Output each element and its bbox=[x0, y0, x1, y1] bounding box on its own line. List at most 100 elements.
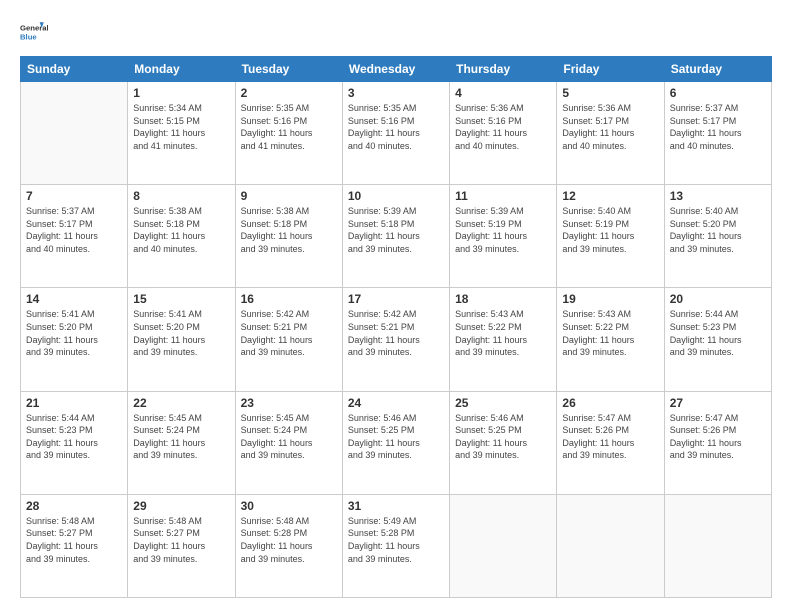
day-info: Sunrise: 5:42 AM Sunset: 5:21 PM Dayligh… bbox=[241, 308, 337, 358]
day-number: 8 bbox=[133, 189, 229, 203]
week-row-1: 1 Sunrise: 5:34 AM Sunset: 5:15 PM Daylig… bbox=[21, 82, 772, 185]
calendar-cell: 7Sunrise: 5:37 AM Sunset: 5:17 PM Daylig… bbox=[21, 185, 128, 288]
day-number: 5 bbox=[562, 86, 658, 100]
calendar-cell: 12 Sunrise: 5:40 AM Sunset: 5:19 PM Dayli… bbox=[557, 185, 664, 288]
day-info: Sunrise: 5:48 AM Sunset: 5:27 PM Dayligh… bbox=[133, 515, 229, 565]
day-number: 27 bbox=[670, 396, 766, 410]
calendar-cell: 1 Sunrise: 5:34 AM Sunset: 5:15 PM Daylig… bbox=[128, 82, 235, 185]
weekday-header-saturday: Saturday bbox=[664, 57, 771, 82]
day-info: Sunrise: 5:38 AM Sunset: 5:18 PM Dayligh… bbox=[241, 205, 337, 255]
day-number: 9 bbox=[241, 189, 337, 203]
day-info: Sunrise: 5:47 AM Sunset: 5:26 PM Dayligh… bbox=[562, 412, 658, 462]
day-number: 18 bbox=[455, 292, 551, 306]
svg-text:Blue: Blue bbox=[20, 33, 37, 42]
day-info: Sunrise: 5:42 AM Sunset: 5:21 PM Dayligh… bbox=[348, 308, 444, 358]
day-number: 28 bbox=[26, 499, 122, 513]
calendar-cell: 14 Sunrise: 5:41 AM Sunset: 5:20 PM Dayli… bbox=[21, 288, 128, 391]
calendar-cell: 16 Sunrise: 5:42 AM Sunset: 5:21 PM Dayli… bbox=[235, 288, 342, 391]
calendar-cell: 5Sunrise: 5:36 AM Sunset: 5:17 PM Daylig… bbox=[557, 82, 664, 185]
day-info: Sunrise: 5:49 AM Sunset: 5:28 PM Dayligh… bbox=[348, 515, 444, 565]
day-info: Sunrise: 5:46 AM Sunset: 5:25 PM Dayligh… bbox=[348, 412, 444, 462]
day-info: Sunrise: 5:44 AM Sunset: 5:23 PM Dayligh… bbox=[670, 308, 766, 358]
calendar-cell: 10 Sunrise: 5:39 AM Sunset: 5:18 PM Dayli… bbox=[342, 185, 449, 288]
week-row-5: 28 Sunrise: 5:48 AM Sunset: 5:27 PM Dayli… bbox=[21, 494, 772, 597]
day-info: Sunrise: 5:45 AM Sunset: 5:24 PM Dayligh… bbox=[133, 412, 229, 462]
calendar-cell bbox=[557, 494, 664, 597]
weekday-header-sunday: Sunday bbox=[21, 57, 128, 82]
weekday-header-thursday: Thursday bbox=[450, 57, 557, 82]
calendar-cell: 4 Sunrise: 5:36 AM Sunset: 5:16 PM Daylig… bbox=[450, 82, 557, 185]
weekday-header-friday: Friday bbox=[557, 57, 664, 82]
day-info: Sunrise: 5:38 AM Sunset: 5:18 PM Dayligh… bbox=[133, 205, 229, 255]
day-number: 3 bbox=[348, 86, 444, 100]
day-info: Sunrise: 5:41 AM Sunset: 5:20 PM Dayligh… bbox=[133, 308, 229, 358]
day-info: Sunrise: 5:36 AM Sunset: 5:16 PM Dayligh… bbox=[455, 102, 551, 152]
calendar-cell: 17Sunrise: 5:42 AM Sunset: 5:21 PM Dayli… bbox=[342, 288, 449, 391]
calendar-table: SundayMondayTuesdayWednesdayThursdayFrid… bbox=[20, 56, 772, 598]
day-info: Sunrise: 5:40 AM Sunset: 5:20 PM Dayligh… bbox=[670, 205, 766, 255]
day-info: Sunrise: 5:37 AM Sunset: 5:17 PM Dayligh… bbox=[670, 102, 766, 152]
week-row-3: 14 Sunrise: 5:41 AM Sunset: 5:20 PM Dayli… bbox=[21, 288, 772, 391]
day-number: 23 bbox=[241, 396, 337, 410]
calendar-cell: 31 Sunrise: 5:49 AM Sunset: 5:28 PM Dayli… bbox=[342, 494, 449, 597]
day-info: Sunrise: 5:44 AM Sunset: 5:23 PM Dayligh… bbox=[26, 412, 122, 462]
calendar-cell: 20 Sunrise: 5:44 AM Sunset: 5:23 PM Dayli… bbox=[664, 288, 771, 391]
logo: GeneralBlue bbox=[20, 18, 48, 46]
logo-icon: GeneralBlue bbox=[20, 18, 48, 46]
calendar-cell: 22 Sunrise: 5:45 AM Sunset: 5:24 PM Dayli… bbox=[128, 391, 235, 494]
day-info: Sunrise: 5:47 AM Sunset: 5:26 PM Dayligh… bbox=[670, 412, 766, 462]
day-info: Sunrise: 5:43 AM Sunset: 5:22 PM Dayligh… bbox=[562, 308, 658, 358]
calendar-cell: 19 Sunrise: 5:43 AM Sunset: 5:22 PM Dayli… bbox=[557, 288, 664, 391]
calendar-cell bbox=[664, 494, 771, 597]
calendar-cell: 15 Sunrise: 5:41 AM Sunset: 5:20 PM Dayli… bbox=[128, 288, 235, 391]
page: GeneralBlue SundayMondayTuesdayWednesday… bbox=[0, 0, 792, 612]
day-number: 15 bbox=[133, 292, 229, 306]
day-info: Sunrise: 5:43 AM Sunset: 5:22 PM Dayligh… bbox=[455, 308, 551, 358]
day-number: 26 bbox=[562, 396, 658, 410]
day-number: 16 bbox=[241, 292, 337, 306]
day-info: Sunrise: 5:46 AM Sunset: 5:25 PM Dayligh… bbox=[455, 412, 551, 462]
week-row-4: 21Sunrise: 5:44 AM Sunset: 5:23 PM Dayli… bbox=[21, 391, 772, 494]
day-number: 24 bbox=[348, 396, 444, 410]
calendar-cell: 3 Sunrise: 5:35 AM Sunset: 5:16 PM Daylig… bbox=[342, 82, 449, 185]
calendar-cell: 24 Sunrise: 5:46 AM Sunset: 5:25 PM Dayli… bbox=[342, 391, 449, 494]
day-info: Sunrise: 5:39 AM Sunset: 5:18 PM Dayligh… bbox=[348, 205, 444, 255]
calendar-cell bbox=[450, 494, 557, 597]
day-info: Sunrise: 5:45 AM Sunset: 5:24 PM Dayligh… bbox=[241, 412, 337, 462]
day-info: Sunrise: 5:35 AM Sunset: 5:16 PM Dayligh… bbox=[348, 102, 444, 152]
calendar-cell bbox=[21, 82, 128, 185]
day-number: 22 bbox=[133, 396, 229, 410]
day-number: 12 bbox=[562, 189, 658, 203]
day-number: 19 bbox=[562, 292, 658, 306]
day-number: 25 bbox=[455, 396, 551, 410]
day-number: 30 bbox=[241, 499, 337, 513]
day-number: 10 bbox=[348, 189, 444, 203]
day-info: Sunrise: 5:48 AM Sunset: 5:27 PM Dayligh… bbox=[26, 515, 122, 565]
day-number: 1 bbox=[133, 86, 229, 100]
day-info: Sunrise: 5:34 AM Sunset: 5:15 PM Dayligh… bbox=[133, 102, 229, 152]
day-info: Sunrise: 5:35 AM Sunset: 5:16 PM Dayligh… bbox=[241, 102, 337, 152]
day-number: 14 bbox=[26, 292, 122, 306]
day-number: 29 bbox=[133, 499, 229, 513]
day-info: Sunrise: 5:41 AM Sunset: 5:20 PM Dayligh… bbox=[26, 308, 122, 358]
svg-text:General: General bbox=[20, 24, 48, 33]
calendar-cell: 23 Sunrise: 5:45 AM Sunset: 5:24 PM Dayli… bbox=[235, 391, 342, 494]
day-number: 20 bbox=[670, 292, 766, 306]
day-info: Sunrise: 5:40 AM Sunset: 5:19 PM Dayligh… bbox=[562, 205, 658, 255]
calendar-cell: 30 Sunrise: 5:48 AM Sunset: 5:28 PM Dayli… bbox=[235, 494, 342, 597]
calendar-cell: 27 Sunrise: 5:47 AM Sunset: 5:26 PM Dayli… bbox=[664, 391, 771, 494]
day-number: 4 bbox=[455, 86, 551, 100]
week-row-2: 7Sunrise: 5:37 AM Sunset: 5:17 PM Daylig… bbox=[21, 185, 772, 288]
calendar-cell: 6 Sunrise: 5:37 AM Sunset: 5:17 PM Daylig… bbox=[664, 82, 771, 185]
day-info: Sunrise: 5:48 AM Sunset: 5:28 PM Dayligh… bbox=[241, 515, 337, 565]
calendar-cell: 9 Sunrise: 5:38 AM Sunset: 5:18 PM Daylig… bbox=[235, 185, 342, 288]
day-number: 31 bbox=[348, 499, 444, 513]
day-number: 6 bbox=[670, 86, 766, 100]
calendar-cell: 8 Sunrise: 5:38 AM Sunset: 5:18 PM Daylig… bbox=[128, 185, 235, 288]
calendar-cell: 28 Sunrise: 5:48 AM Sunset: 5:27 PM Dayli… bbox=[21, 494, 128, 597]
day-number: 13 bbox=[670, 189, 766, 203]
weekday-header-tuesday: Tuesday bbox=[235, 57, 342, 82]
weekday-header-wednesday: Wednesday bbox=[342, 57, 449, 82]
day-number: 2 bbox=[241, 86, 337, 100]
day-info: Sunrise: 5:39 AM Sunset: 5:19 PM Dayligh… bbox=[455, 205, 551, 255]
